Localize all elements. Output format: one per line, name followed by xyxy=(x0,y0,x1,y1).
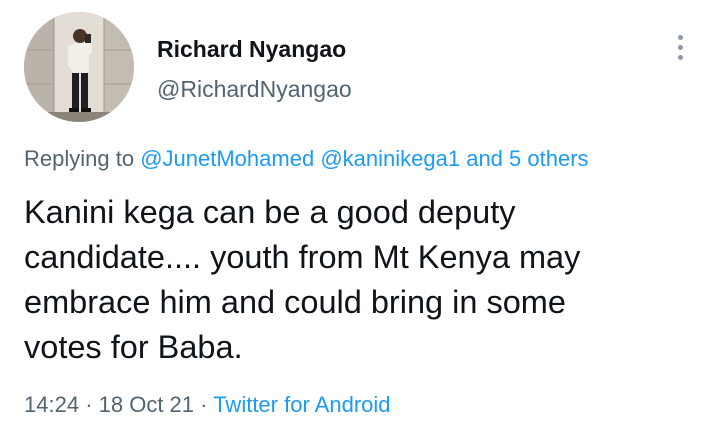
separator: · xyxy=(200,392,208,417)
separator: · xyxy=(85,392,93,417)
tweet-text-line: Kanini kega can be a good deputy xyxy=(24,194,516,230)
more-vertical-icon xyxy=(677,44,683,50)
mention-link[interactable]: @JunetMohamed xyxy=(140,146,314,171)
tweet-time[interactable]: 14:24 xyxy=(24,392,79,417)
mention-link[interactable]: @kaninikega1 xyxy=(320,146,460,171)
avatar-photo xyxy=(24,12,134,122)
avatar[interactable] xyxy=(24,12,134,122)
tweet-date[interactable]: 18 Oct 21 xyxy=(99,392,194,417)
tweet-source-link[interactable]: Twitter for Android xyxy=(213,392,390,417)
more-vertical-icon xyxy=(677,54,683,60)
tweet-text-line: votes for Baba. xyxy=(24,329,243,365)
tweet-text: Kanini kega can be a good deputy candida… xyxy=(24,190,704,370)
more-vertical-icon xyxy=(677,34,683,40)
tweet-metadata: 14:24 · 18 Oct 21 · Twitter for Android xyxy=(24,392,391,418)
tweet-detail: Richard Nyangao @RichardNyangao Replying… xyxy=(0,0,720,433)
author-name[interactable]: Richard Nyangao xyxy=(157,36,346,63)
tweet-text-line: embrace him and could bring in some xyxy=(24,284,566,320)
replying-to-label: Replying to xyxy=(24,146,135,171)
more-options-button[interactable] xyxy=(666,30,694,64)
replying-to: Replying to @JunetMohamed @kaninikega1 a… xyxy=(24,146,589,172)
others-link[interactable]: and 5 others xyxy=(466,146,588,171)
author-handle[interactable]: @RichardNyangao xyxy=(157,76,352,103)
tweet-text-line: candidate.... youth from Mt Kenya may xyxy=(24,239,581,275)
